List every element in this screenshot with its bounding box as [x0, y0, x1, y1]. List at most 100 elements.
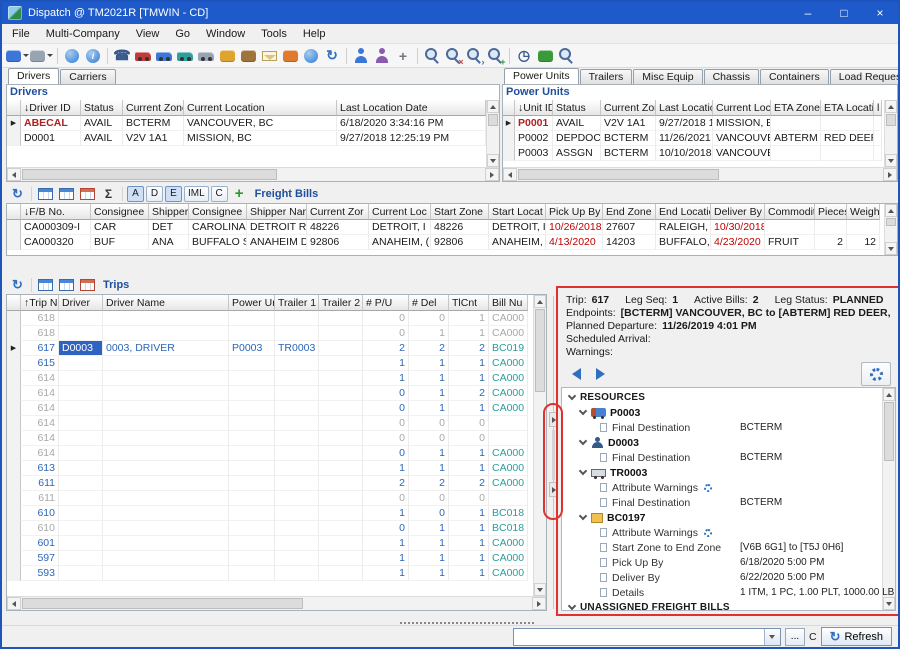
table-row[interactable]: 597111CA000 [7, 551, 533, 566]
cell[interactable]: 613 [21, 461, 59, 476]
cell[interactable]: 10/30/2018 [711, 220, 765, 235]
cell[interactable] [229, 416, 275, 431]
search-clear-button[interactable]: × [443, 46, 463, 66]
table-row[interactable]: 593111CA000 [7, 566, 533, 581]
cell[interactable]: 1 [409, 401, 449, 416]
resource-property[interactable]: Attribute Warnings [562, 480, 895, 495]
cell[interactable]: 1 [409, 446, 449, 461]
cell[interactable] [229, 431, 275, 446]
cell[interactable]: 2 [449, 386, 489, 401]
cell[interactable] [821, 116, 874, 131]
column-header[interactable]: # Del [409, 295, 449, 311]
cell[interactable]: 614 [21, 446, 59, 461]
column-header[interactable]: Trailer 2 [319, 295, 363, 311]
search-go-button[interactable]: › [464, 46, 484, 66]
cell[interactable]: CA000 [489, 401, 528, 416]
menu-multi-company[interactable]: Multi-Company [38, 26, 128, 42]
cell[interactable]: CA000 [489, 476, 528, 491]
refresh-trips-button[interactable]: ↻ [8, 276, 27, 293]
cell[interactable] [59, 521, 103, 536]
cell[interactable]: 617 [21, 341, 59, 356]
cell[interactable]: 1 [363, 356, 409, 371]
cell[interactable] [275, 416, 319, 431]
cell[interactable] [229, 536, 275, 551]
column-header[interactable]: Last Location Date [337, 100, 486, 116]
table-row[interactable]: ▶P0001AVAILV2V 1A19/27/2018 12:2MISSION,… [503, 116, 884, 131]
resource-property[interactable]: Details1 ITM, 1 PC, 1.00 PLT, 1000.00 LB… [562, 585, 895, 600]
cell[interactable] [275, 386, 319, 401]
cell[interactable]: 2 [363, 476, 409, 491]
warning-gear-icon[interactable] [704, 484, 712, 492]
cell[interactable] [319, 341, 363, 356]
trips-form-view-button[interactable] [57, 276, 76, 293]
cell[interactable] [229, 491, 275, 506]
cell[interactable]: CA000 [489, 446, 528, 461]
cell[interactable] [275, 506, 319, 521]
column-header[interactable]: Status [553, 100, 601, 116]
truck-button[interactable] [154, 46, 174, 66]
cell[interactable]: BUFFALO, N [656, 235, 711, 250]
cell[interactable]: 0 [363, 416, 409, 431]
cell[interactable]: 0 [409, 491, 449, 506]
cell[interactable] [59, 461, 103, 476]
cell[interactable] [59, 491, 103, 506]
cell[interactable]: 1 [449, 536, 489, 551]
cell[interactable] [229, 326, 275, 341]
cell[interactable] [319, 371, 363, 386]
filter-a-button[interactable]: A [127, 186, 144, 202]
table-row[interactable]: 615111CA000 [7, 356, 533, 371]
table-row[interactable]: CA000320BUFANABUFFALO SANAHEIM D92806ANA… [7, 235, 884, 250]
cell[interactable] [489, 491, 528, 506]
cell[interactable]: ANA [149, 235, 189, 250]
chevron-down-icon[interactable] [578, 438, 587, 447]
cell[interactable] [874, 116, 882, 131]
column-header[interactable]: Last Location D [656, 100, 713, 116]
cell[interactable] [275, 356, 319, 371]
cell[interactable]: CA000320 [21, 235, 91, 250]
cell[interactable]: 593 [21, 566, 59, 581]
table-row[interactable]: 610011BC018 [7, 521, 533, 536]
cell[interactable]: FRUIT [765, 235, 815, 250]
cell[interactable] [59, 356, 103, 371]
cell[interactable] [103, 506, 229, 521]
refresh-button[interactable]: ↻ Refresh [821, 627, 892, 646]
filter-c-button[interactable]: C [211, 186, 228, 202]
cell[interactable] [229, 386, 275, 401]
earth-button[interactable] [301, 46, 321, 66]
column-header[interactable]: Bill Nu [489, 295, 528, 311]
cell[interactable]: 6/18/2020 3:34:16 PM [337, 116, 486, 131]
scroll-right-icon[interactable] [883, 168, 897, 181]
cell[interactable]: ABTERM [771, 131, 821, 146]
cell[interactable]: DETROIT, I [489, 220, 546, 235]
column-header[interactable]: Current Loc [369, 204, 431, 220]
column-header[interactable]: Weight [847, 204, 880, 220]
cell[interactable]: 1 [449, 506, 489, 521]
cell[interactable]: 4/23/2020 [711, 235, 765, 250]
table-row[interactable]: 614000 [7, 416, 533, 431]
cell[interactable]: 0 [449, 431, 489, 446]
cell[interactable] [103, 476, 229, 491]
cell[interactable]: AVAIL [553, 116, 601, 131]
close-button[interactable]: × [862, 2, 898, 24]
cell[interactable] [874, 146, 882, 161]
table-row[interactable]: 610101BC018 [7, 506, 533, 521]
sum-button[interactable]: Σ [99, 185, 118, 202]
cell[interactable]: 614 [21, 386, 59, 401]
cell[interactable]: BUFFALO S [189, 235, 247, 250]
power-units-vertical-scrollbar[interactable] [884, 100, 897, 167]
cell[interactable] [319, 356, 363, 371]
cell[interactable]: 0 [363, 401, 409, 416]
cell[interactable]: 1 [363, 461, 409, 476]
cell[interactable]: 0 [363, 326, 409, 341]
resources-section[interactable]: RESOURCES [562, 390, 895, 405]
cell[interactable] [319, 401, 363, 416]
cell[interactable] [319, 491, 363, 506]
scroll-right-icon[interactable] [532, 597, 546, 610]
cell[interactable] [59, 566, 103, 581]
cell[interactable]: 1 [449, 566, 489, 581]
cell[interactable]: 1 [449, 521, 489, 536]
cell[interactable]: BUF [91, 235, 149, 250]
column-header[interactable]: Consignee I [189, 204, 247, 220]
cell[interactable] [59, 386, 103, 401]
cell[interactable]: 48226 [431, 220, 489, 235]
